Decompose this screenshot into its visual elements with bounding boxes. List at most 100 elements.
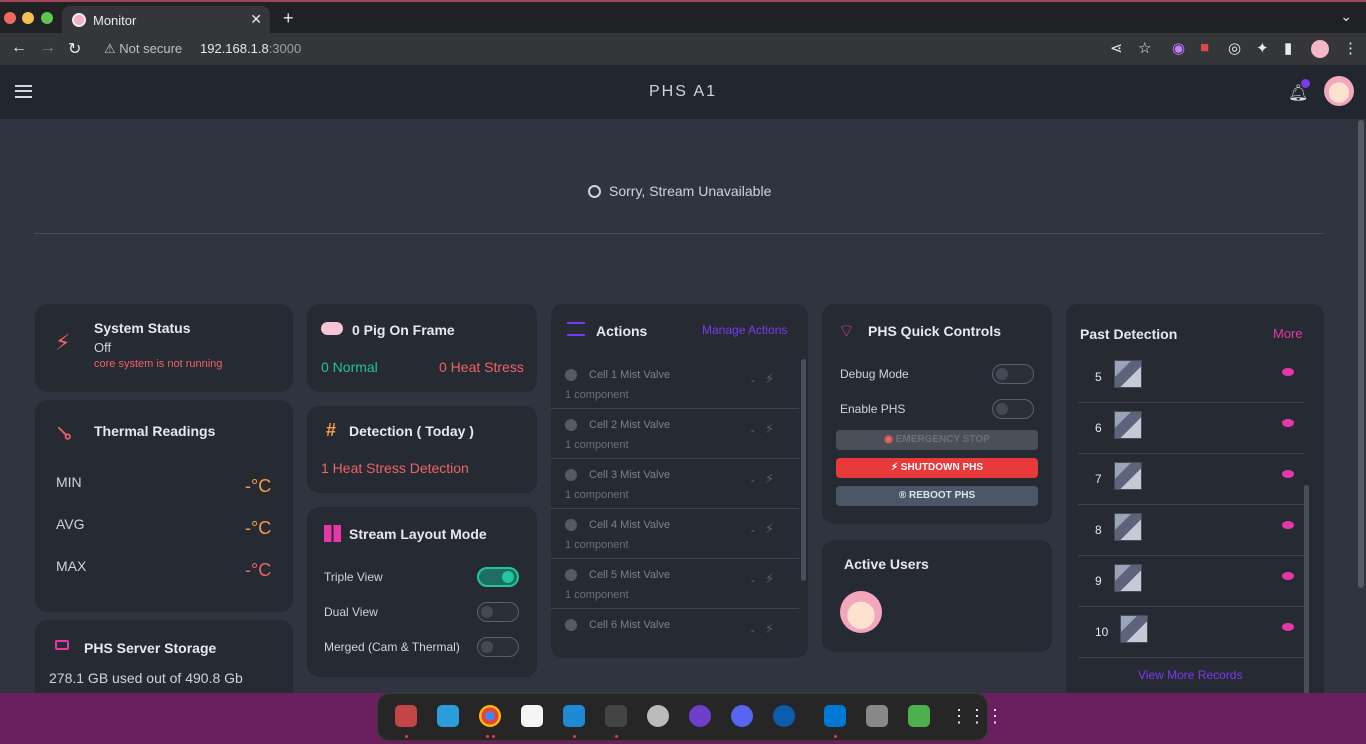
screenshot-app-icon[interactable] (437, 705, 459, 727)
manage-actions-link[interactable]: Manage Actions (702, 323, 787, 337)
past-detection-scrollbar[interactable] (1304, 485, 1309, 695)
side-panel-icon[interactable]: ▮ (1284, 39, 1292, 57)
enable-phs-toggle[interactable] (992, 399, 1034, 419)
chevron-down-icon[interactable]: ⌄ (1340, 8, 1352, 25)
eye-icon[interactable] (1282, 419, 1294, 427)
triple-view-toggle[interactable] (477, 567, 519, 587)
detection-row[interactable]: 5 (1078, 352, 1304, 403)
debug-mode-label: Debug Mode (840, 367, 909, 381)
bolt-icon[interactable]: ⚡︎ (765, 421, 774, 437)
eye-icon[interactable] (1282, 623, 1294, 631)
not-secure-label[interactable]: ⚠ Not secure (104, 41, 182, 57)
eye-icon[interactable] (1282, 572, 1294, 580)
app-grid-icon[interactable]: ⋮⋮⋮ (950, 705, 1004, 727)
back-icon[interactable]: ← (11, 39, 27, 57)
vnc-icon[interactable] (824, 705, 846, 727)
vscode-icon[interactable] (563, 705, 585, 727)
debug-mode-toggle[interactable] (992, 364, 1034, 384)
action-item[interactable]: Cell 2 Mist Valve 1 component - ⚡︎ (551, 409, 799, 459)
action-item[interactable]: Cell 4 Mist Valve 1 component - ⚡︎ (551, 509, 799, 559)
detection-id: 6 (1095, 421, 1102, 435)
trash-icon[interactable] (908, 705, 930, 727)
action-item[interactable]: Cell 5 Mist Valve 1 component - ⚡︎ (551, 559, 799, 609)
user-avatar[interactable] (1324, 76, 1354, 106)
system-status-card: ⚡︎ System Status Off core system is not … (35, 304, 293, 392)
detection-row[interactable]: 8 (1078, 505, 1304, 556)
discord-icon[interactable] (731, 705, 753, 727)
actions-scrollbar[interactable] (801, 359, 806, 581)
action-name: Cell 4 Mist Valve (589, 519, 671, 531)
disk-icon[interactable] (866, 705, 888, 727)
emergency-stop-button[interactable]: ◉ EMERGENCY STOP (836, 430, 1038, 450)
thermal-title: Thermal Readings (94, 423, 216, 439)
layout-icon (324, 525, 341, 542)
eye-icon[interactable] (1282, 521, 1294, 529)
antenna-icon: ⌔ (838, 321, 855, 341)
profile-avatar[interactable] (1311, 40, 1329, 58)
pig-frame-card: 0 Pig On Frame 0 Normal 0 Heat Stress (307, 304, 537, 392)
system-status-detail: core system is not running (94, 358, 223, 370)
action-status: - (751, 475, 755, 487)
merged-view-toggle[interactable] (477, 637, 519, 657)
terminal-icon[interactable] (605, 705, 627, 727)
bolt-icon[interactable]: ⚡︎ (765, 371, 774, 387)
close-window-button[interactable] (4, 12, 16, 24)
extension-red-icon[interactable]: ■ (1200, 39, 1209, 56)
github-icon[interactable] (689, 705, 711, 727)
shutdown-button[interactable]: ⚡︎ SHUTDOWN PHS (836, 458, 1038, 478)
detection-row[interactable]: 7 (1078, 454, 1304, 505)
active-user-avatar[interactable] (840, 591, 882, 633)
action-item[interactable]: Cell 6 Mist Valve - ⚡︎ (551, 609, 799, 658)
bolt-icon[interactable]: ⚡︎ (765, 521, 774, 537)
url-field[interactable]: 192.168.1.8:3000 (200, 41, 301, 56)
timer-icon (565, 419, 577, 431)
chrome-icon[interactable] (479, 705, 501, 727)
timer-icon (565, 619, 577, 631)
running-indicator (573, 735, 576, 738)
close-tab-icon[interactable]: ✕ (250, 11, 262, 28)
bolt-icon[interactable]: ⚡︎ (765, 471, 774, 487)
extensions-puzzle-icon[interactable]: ✦ (1256, 39, 1269, 57)
detection-row[interactable]: 10 (1078, 607, 1304, 658)
thermometer-icon: ⊸ (49, 417, 80, 449)
running-indicator (615, 735, 618, 738)
notion-icon[interactable] (521, 705, 543, 727)
maximize-window-button[interactable] (41, 12, 53, 24)
reboot-button[interactable]: ® REBOOT PHS (836, 486, 1038, 506)
bolt-icon[interactable]: ⚡︎ (765, 621, 774, 637)
browser-tab[interactable]: Monitor ✕ (62, 6, 270, 35)
pig-favicon-icon (72, 13, 86, 27)
action-count: 1 component (565, 489, 629, 501)
eye-icon[interactable] (1282, 470, 1294, 478)
extension-target-icon[interactable]: ◎ (1228, 39, 1241, 57)
browser-menu-icon[interactable]: ⋮ (1343, 39, 1358, 57)
eye-icon[interactable] (1282, 368, 1294, 376)
heat-stress-count: 0 Heat Stress (439, 359, 524, 375)
bookmark-star-icon[interactable]: ☆ (1138, 39, 1151, 57)
app-icon[interactable] (773, 705, 795, 727)
forward-icon[interactable]: → (40, 39, 56, 57)
detection-id: 5 (1095, 370, 1102, 384)
action-item[interactable]: Cell 1 Mist Valve 1 component - ⚡︎ (551, 359, 799, 409)
thermal-min-value: -°C (245, 476, 272, 496)
reload-icon[interactable]: ↻ (68, 39, 81, 59)
detection-row[interactable]: 9 (1078, 556, 1304, 607)
detection-row[interactable]: 6 (1078, 403, 1304, 454)
action-item[interactable]: Cell 3 Mist Valve 1 component - ⚡︎ (551, 459, 799, 509)
view-more-records-link[interactable]: View More Records (1138, 668, 1242, 682)
extension-color-icon[interactable]: ◉ (1172, 39, 1185, 57)
more-link[interactable]: More (1273, 326, 1303, 341)
reboot-icon: ® (898, 490, 910, 501)
quick-controls-title: PHS Quick Controls (868, 323, 1002, 339)
share-icon[interactable]: ⋖ (1110, 39, 1123, 57)
bolt-icon[interactable]: ⚡︎ (765, 571, 774, 587)
new-tab-icon[interactable]: + (283, 8, 294, 29)
settings-icon[interactable] (647, 705, 669, 727)
files-icon[interactable] (395, 705, 417, 727)
page-scrollbar[interactable] (1358, 120, 1364, 588)
dual-view-toggle[interactable] (477, 602, 519, 622)
action-name: Cell 6 Mist Valve (589, 619, 671, 631)
minimize-window-button[interactable] (22, 12, 34, 24)
reboot-label: REBOOT PHS (909, 490, 976, 501)
thermal-avg-value: -°C (245, 518, 272, 538)
